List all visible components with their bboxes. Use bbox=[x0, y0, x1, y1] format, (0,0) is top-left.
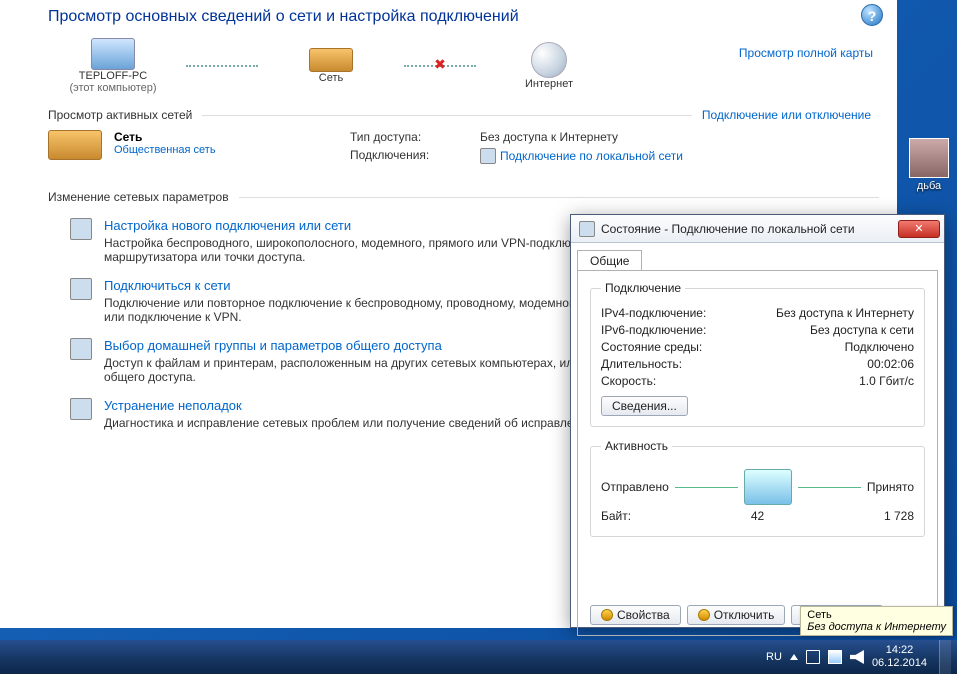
adapter-icon bbox=[480, 148, 496, 164]
show-desktop-button[interactable] bbox=[939, 640, 951, 674]
dialog-titlebar[interactable]: Состояние - Подключение по локальной сет… bbox=[571, 215, 944, 243]
duration-label: Длительность: bbox=[601, 357, 682, 371]
task-icon bbox=[70, 338, 92, 360]
volume-icon[interactable] bbox=[850, 650, 864, 664]
ipv4-value: Без доступа к Интернету bbox=[776, 306, 914, 320]
access-type-label: Тип доступа: bbox=[350, 130, 480, 144]
connector-broken-icon bbox=[404, 65, 476, 67]
bytes-sent-value: 42 bbox=[631, 509, 884, 523]
adapter-icon bbox=[579, 221, 595, 237]
bench-icon bbox=[309, 48, 353, 72]
bytes-label: Байт: bbox=[601, 509, 631, 523]
ipv6-value: Без доступа к сети bbox=[810, 323, 914, 337]
connection-link[interactable]: Подключение по локальной сети bbox=[480, 148, 710, 164]
tab-strip: Общие bbox=[571, 243, 944, 270]
active-networks-heading: Просмотр активных сетей bbox=[48, 108, 192, 122]
connection-group: Подключение IPv4-подключение: Без доступа… bbox=[590, 281, 925, 427]
properties-button[interactable]: Свойства bbox=[590, 605, 681, 625]
computer-icon bbox=[91, 38, 135, 70]
map-node-network-label: Сеть bbox=[319, 72, 343, 84]
duration-value: 00:02:06 bbox=[867, 357, 914, 371]
map-node-network[interactable]: Сеть bbox=[266, 48, 396, 84]
clock-time: 14:22 bbox=[872, 644, 927, 657]
page-title: Просмотр основных сведений о сети и наст… bbox=[48, 8, 879, 26]
desktop-icon[interactable]: дьба bbox=[905, 138, 953, 192]
system-tray bbox=[790, 650, 864, 664]
media-state-value: Подключено bbox=[845, 340, 914, 354]
battery-icon[interactable] bbox=[806, 650, 820, 664]
access-type-value: Без доступа к Интернету bbox=[480, 130, 710, 144]
tooltip-line2: Без доступа к Интернету bbox=[807, 621, 946, 633]
bytes-received-value: 1 728 bbox=[884, 509, 914, 523]
desktop-icon-label: дьба bbox=[917, 180, 941, 192]
bench-icon bbox=[48, 130, 102, 160]
tray-chevron-icon[interactable] bbox=[790, 654, 798, 660]
language-indicator[interactable]: RU bbox=[758, 651, 790, 663]
clock-date: 06.12.2014 bbox=[872, 657, 927, 670]
map-node-internet-label: Интернет bbox=[525, 78, 573, 90]
close-button[interactable]: ✕ bbox=[898, 220, 940, 238]
taskbar-clock[interactable]: 14:22 06.12.2014 bbox=[864, 644, 935, 669]
network-tray-icon[interactable] bbox=[828, 650, 842, 664]
network-map: TEPLOFF-PC (этот компьютер) Сеть Интерне… bbox=[48, 38, 879, 94]
connection-link-label: Подключение по локальной сети bbox=[500, 149, 683, 163]
task-icon bbox=[70, 218, 92, 240]
network-tray-tooltip: Сеть Без доступа к Интернету bbox=[800, 606, 953, 636]
activity-group: Активность Отправлено Принято Байт: 42 1… bbox=[590, 439, 925, 537]
task-icon bbox=[70, 278, 92, 300]
map-node-pc-label: TEPLOFF-PC bbox=[79, 70, 147, 82]
media-state-label: Состояние среды: bbox=[601, 340, 702, 354]
task-description: Диагностика и исправление сетевых пробле… bbox=[104, 416, 597, 430]
connection-group-legend: Подключение bbox=[601, 281, 685, 295]
map-node-pc-sublabel: (этот компьютер) bbox=[69, 82, 156, 94]
task-icon bbox=[70, 398, 92, 420]
tab-general[interactable]: Общие bbox=[577, 250, 642, 271]
connect-disconnect-link[interactable]: Подключение или отключение bbox=[702, 108, 879, 122]
ipv6-label: IPv6-подключение: bbox=[601, 323, 706, 337]
full-map-link[interactable]: Просмотр полной карты bbox=[739, 46, 873, 60]
map-node-internet[interactable]: Интернет bbox=[484, 42, 614, 90]
network-name: Сеть bbox=[114, 130, 216, 144]
details-button[interactable]: Сведения... bbox=[601, 396, 688, 416]
connections-label: Подключения: bbox=[350, 148, 480, 164]
help-icon[interactable]: ? bbox=[861, 4, 883, 26]
active-network-item[interactable]: Сеть Общественная сеть bbox=[48, 130, 328, 160]
received-label: Принято bbox=[867, 480, 914, 494]
map-node-pc[interactable]: TEPLOFF-PC (этот компьютер) bbox=[48, 38, 178, 94]
sent-label: Отправлено bbox=[601, 480, 669, 494]
taskbar: RU 14:22 06.12.2014 bbox=[0, 640, 957, 674]
shield-icon bbox=[698, 609, 710, 621]
activity-computer-icon bbox=[744, 469, 792, 505]
desktop-icon-image bbox=[909, 138, 949, 178]
network-kind-link[interactable]: Общественная сеть bbox=[114, 144, 216, 156]
change-settings-heading: Изменение сетевых параметров bbox=[48, 190, 229, 204]
speed-label: Скорость: bbox=[601, 374, 656, 388]
shield-icon bbox=[601, 609, 613, 621]
globe-icon bbox=[531, 42, 567, 78]
connection-status-dialog: Состояние - Подключение по локальной сет… bbox=[570, 214, 945, 628]
ipv4-label: IPv4-подключение: bbox=[601, 306, 706, 320]
connector-ok-icon bbox=[186, 65, 258, 67]
disable-button[interactable]: Отключить bbox=[687, 605, 786, 625]
speed-value: 1.0 Гбит/с bbox=[859, 374, 914, 388]
tooltip-line1: Сеть bbox=[807, 609, 946, 621]
task-title[interactable]: Устранение неполадок bbox=[104, 398, 597, 413]
dialog-title: Состояние - Подключение по локальной сет… bbox=[601, 222, 855, 236]
activity-group-legend: Активность bbox=[601, 439, 672, 453]
